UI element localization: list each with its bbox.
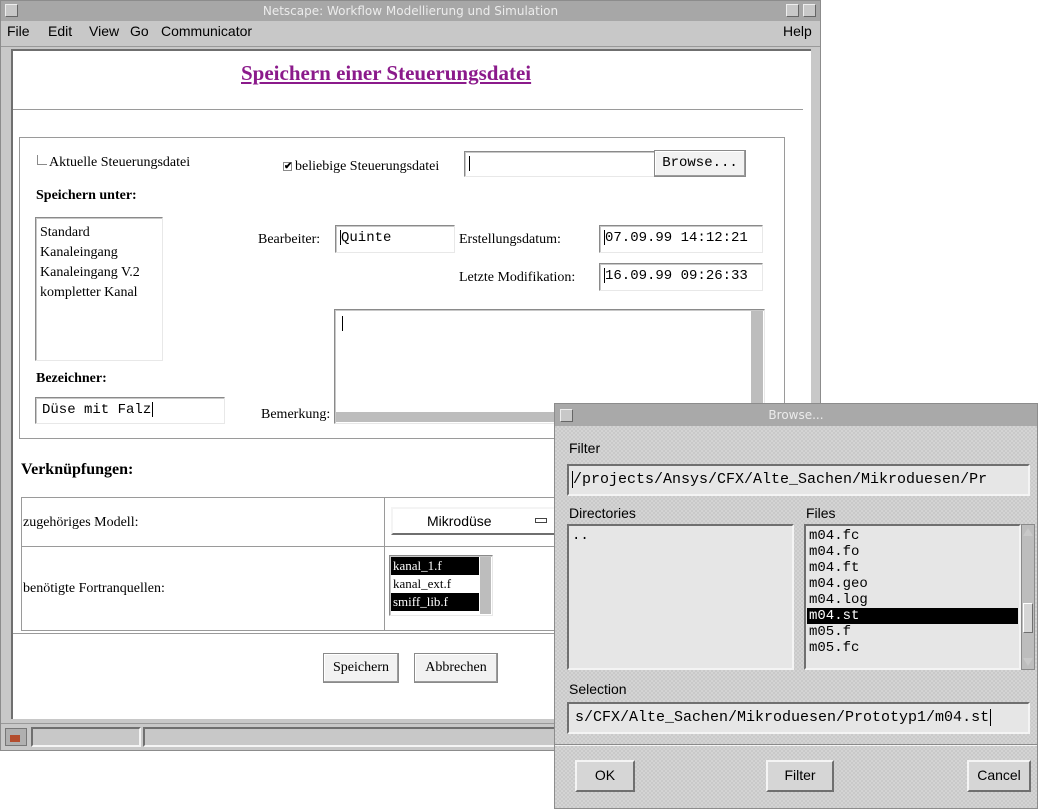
scroll-up-icon[interactable] [1023, 528, 1033, 536]
list-item[interactable]: Kanaleingang V.2 [40, 263, 158, 283]
dialog-title: Browse... [768, 408, 824, 422]
dialog-divider [555, 744, 1037, 746]
radio-current-label: Aktuelle Steuerungsdatei [49, 155, 191, 170]
identifier-label: Bezeichner: [36, 371, 107, 386]
menu-bar: File Edit View Go Communicator Help [1, 21, 820, 47]
option-menu-icon [535, 518, 547, 523]
fortran-list-item[interactable]: smiff_lib.f [391, 593, 479, 611]
menu-go[interactable]: Go [130, 23, 149, 39]
files-scrollbar[interactable] [1021, 524, 1035, 670]
browse-dialog: Browse... Filter /projects/Ansys/CFX/Alt… [554, 403, 1038, 809]
filter-label: Filter [569, 440, 601, 456]
selection-label: Selection [569, 681, 627, 697]
fortran-list-item[interactable]: kanal_1.f [391, 557, 479, 575]
list-item[interactable]: Standard [40, 223, 158, 243]
file-path-input[interactable] [464, 151, 657, 177]
save-under-label: Speichern unter: [36, 188, 137, 203]
filter-button[interactable]: Filter [766, 760, 834, 792]
model-label: zugehöriges Modell: [23, 515, 139, 530]
radio-any-checkbox[interactable]: ✔ [283, 162, 292, 172]
dialog-menu-icon[interactable] [560, 409, 573, 422]
file-list-item[interactable]: m04.st [807, 608, 1018, 624]
identifier-input[interactable]: Düse mit Falz [35, 397, 225, 424]
fortran-list-item[interactable]: kanal_ext.f [391, 575, 479, 593]
file-list-item[interactable]: m04.ft [807, 560, 1018, 576]
files-list[interactable]: m04.fc m04.fo m04.ft m04.geo m04.log m04.st m0… [804, 524, 1021, 670]
file-list-item[interactable]: m04.fo [807, 544, 1018, 560]
list-item[interactable]: kompletter Kanal [40, 283, 158, 303]
scroll-thumb[interactable] [1023, 603, 1033, 633]
window-title: Netscape: Workflow Modellierung und Simu… [262, 4, 559, 18]
scroll-down-icon[interactable] [1023, 658, 1033, 666]
file-list-item[interactable]: m04.geo [807, 576, 1018, 592]
remark-label: Bemerkung: [261, 407, 331, 422]
editor-input[interactable]: Quinte [335, 225, 455, 253]
security-lock-icon[interactable] [5, 728, 27, 746]
files-label: Files [806, 505, 836, 521]
menu-file[interactable]: File [7, 23, 30, 39]
file-list-item[interactable]: m05.f [807, 624, 1018, 640]
modified-label: Letzte Modifikation: [459, 270, 576, 285]
progress-bar [31, 727, 141, 747]
list-item[interactable]: Kanaleingang [40, 243, 158, 263]
save-under-list[interactable]: Standard Kanaleingang Kanaleingang V.2 k… [35, 217, 163, 361]
dialog-title-bar: Browse... [555, 404, 1037, 426]
menu-view[interactable]: View [89, 23, 119, 39]
radio-current-checkbox[interactable] [37, 155, 47, 165]
maximize-icon[interactable] [803, 4, 816, 17]
menu-edit[interactable]: Edit [48, 23, 72, 39]
fortran-scrollbar[interactable] [480, 557, 491, 614]
status-text-field [143, 727, 573, 747]
title-bar: Netscape: Workflow Modellierung und Simu… [1, 1, 820, 21]
ok-button[interactable]: OK [575, 760, 635, 792]
selection-input[interactable]: s/CFX/Alte_Sachen/Mikroduesen/Prototyp1/… [567, 702, 1030, 734]
modified-input[interactable]: 16.09.99 09:26:33 [599, 263, 763, 291]
directories-list[interactable]: .. [567, 524, 794, 670]
created-label: Erstellungsdatum: [459, 232, 561, 247]
page-title[interactable]: Speichern einer Steuerungsdatei [241, 61, 531, 86]
list-item[interactable]: .. [572, 528, 789, 544]
file-list-item[interactable]: m05.fc [807, 640, 1018, 656]
menu-help[interactable]: Help [783, 23, 812, 39]
minimize-icon[interactable] [786, 4, 799, 17]
fortran-label: benötigte Fortranquellen: [23, 581, 165, 596]
radio-any-label: beliebige Steuerungsdatei [295, 159, 440, 174]
created-input[interactable]: 07.09.99 14:12:21 [599, 225, 763, 253]
menu-communicator[interactable]: Communicator [161, 23, 252, 39]
filter-input[interactable]: /projects/Ansys/CFX/Alte_Sachen/Mikrodue… [567, 464, 1030, 496]
fortran-list[interactable]: kanal_1.f kanal_ext.f smiff_lib.f [389, 555, 493, 616]
dialog-cancel-button[interactable]: Cancel [967, 760, 1031, 792]
cancel-button[interactable]: Abbrechen [414, 653, 498, 683]
window-menu-icon[interactable] [5, 4, 18, 17]
top-divider [13, 109, 803, 111]
save-button[interactable]: Speichern [323, 653, 399, 683]
links-heading: Verknüpfungen: [21, 461, 134, 478]
editor-label: Bearbeiter: [258, 232, 321, 247]
browse-button[interactable]: Browse... [654, 150, 746, 177]
directories-label: Directories [569, 505, 636, 521]
model-select[interactable]: Mikrodüse [391, 507, 561, 535]
file-list-item[interactable]: m04.log [807, 592, 1018, 608]
file-list-item[interactable]: m04.fc [807, 528, 1018, 544]
